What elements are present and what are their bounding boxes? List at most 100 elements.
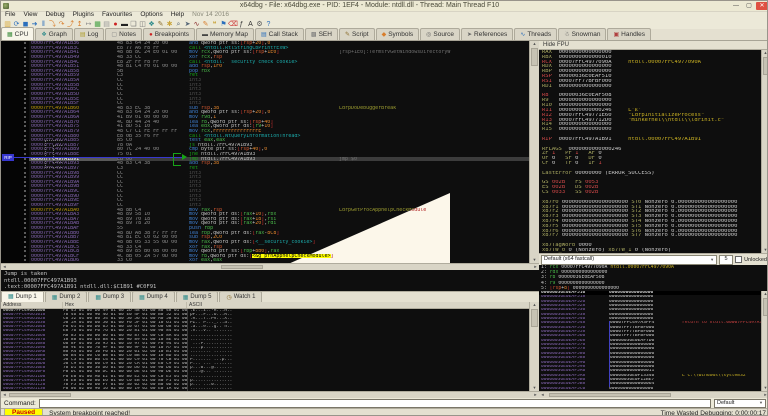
status-bar: Paused System breakpoint reached! Time W… — [1, 408, 768, 416]
tab-references[interactable]: ➤References — [461, 28, 513, 40]
tab-breakpoints[interactable]: ●Breakpoints — [143, 28, 195, 40]
tab-symbols[interactable]: ◆Symbols — [376, 28, 420, 40]
token: ntdll.00007FFC4977090A — [628, 60, 701, 65]
command-label: Command: — [4, 400, 36, 407]
dump-tab-label: Dump 2 — [59, 294, 80, 300]
dump-scrollbar[interactable]: ▲▼ — [529, 302, 539, 391]
view-tab-bar: ▦CPU❖Graph▤Log▢Notes●Breakpoints▬Memory … — [1, 29, 768, 41]
status-message: System breakpoint reached! — [49, 410, 130, 416]
dump-tab-dump-4[interactable]: ▦Dump 4 — [132, 291, 175, 302]
memory-map-icon: ▬ — [202, 32, 208, 38]
graph-icon: ❖ — [41, 31, 46, 38]
dump-tab-label: Dump 3 — [103, 294, 124, 300]
menu-plugins[interactable]: Plugins — [69, 11, 98, 19]
token: RDI — [542, 84, 559, 89]
tab-label: Log — [88, 31, 99, 38]
dump-tab-icon: ▦ — [8, 293, 14, 300]
minimize-button[interactable]: — — [730, 2, 742, 10]
notes-icon: ▢ — [111, 31, 117, 38]
tab-notes[interactable]: ▢Notes — [105, 28, 142, 40]
dump-tab-icon: ▦ — [183, 294, 189, 301]
registers-header[interactable]: Hide FPU — [539, 41, 768, 50]
tab-threads[interactable]: ∿Threads — [514, 28, 557, 40]
tab-label: Handles — [621, 31, 645, 38]
token: RIP — [542, 137, 559, 142]
chevron-down-icon: ▼ — [759, 400, 763, 407]
menu-view[interactable]: View — [19, 11, 41, 19]
maximize-button[interactable]: ▢ — [743, 2, 755, 10]
source-icon: ◎ — [426, 31, 431, 38]
dump-hscrollbar[interactable]: ◄► — [1, 391, 539, 398]
tab-label: SEH — [319, 31, 332, 38]
menu-favourites[interactable]: Favourites — [98, 11, 136, 19]
command-input[interactable] — [39, 399, 711, 408]
tab-call-stack[interactable]: ▤Call Stack — [255, 28, 304, 40]
stack-scrollbar[interactable]: ▲▼ — [761, 291, 768, 391]
workspace: 00007FFC497A1B3648 83 64 24 20 00and qwo… — [1, 41, 768, 398]
tab-label: Script — [352, 31, 369, 38]
x64dbg-window: x64dbg - File: x64dbg.exe - PID: 1EF4 - … — [0, 0, 768, 416]
tab-label: References — [474, 31, 507, 38]
tab-handles[interactable]: ▣Handles — [607, 28, 651, 40]
snowman-icon: ☃ — [564, 31, 569, 38]
dump-tab-label: Dump 1 — [16, 294, 37, 300]
close-button[interactable]: ✕ — [756, 2, 768, 10]
script-icon: ✎ — [345, 31, 350, 38]
menu-help[interactable]: Help — [167, 11, 188, 19]
tab-label: Symbols — [388, 31, 413, 38]
status-badge: Paused — [4, 408, 43, 416]
rip-arrow-icon — [182, 154, 187, 160]
tab-label: Call Stack — [269, 31, 298, 38]
tab-memory-map[interactable]: ▬Memory Map — [196, 28, 254, 40]
tab-snowman[interactable]: ☃Snowman — [558, 28, 606, 40]
dump-tab-dump-2[interactable]: ▦Dump 2 — [45, 291, 88, 302]
rip-line — [14, 157, 182, 158]
tab-seh[interactable]: ▩SEH — [305, 28, 338, 40]
threads-icon: ∿ — [520, 31, 525, 38]
rip-badge: RIP — [2, 154, 14, 161]
tab-label: Graph — [49, 31, 67, 38]
build-date: Nov 14 2016 — [188, 11, 233, 19]
tab-graph[interactable]: ❖Graph — [35, 28, 72, 40]
dump-header-address: Address — [1, 302, 63, 308]
jump-arrow-outline — [53, 145, 62, 163]
menu-debug[interactable]: Debug — [41, 11, 68, 19]
dump-tab-icon: ▦ — [95, 294, 101, 301]
tab-label: Threads — [527, 31, 551, 38]
menu-options[interactable]: Options — [136, 11, 166, 19]
token: R15 — [542, 127, 559, 132]
tab-label: Memory Map — [210, 31, 248, 38]
references-icon: ➤ — [467, 31, 472, 38]
tab-cpu[interactable]: ▦CPU — [1, 27, 34, 40]
menu-bar: FileViewDebugPluginsFavouritesOptionsHel… — [1, 11, 768, 19]
call-stack-icon: ▤ — [261, 31, 267, 38]
command-bar: Command: Default ▼ — [1, 398, 768, 408]
tab-label: Snowman — [572, 31, 601, 38]
window-controls: —▢✕ — [730, 2, 768, 10]
window-title: x64dbg - File: x64dbg.exe - PID: 1EF4 - … — [9, 1, 730, 11]
cpu-icon: ▦ — [7, 31, 13, 38]
token: 0000000000000000 — [559, 84, 612, 89]
jump-arrow-taken — [173, 153, 181, 166]
dump-tab-dump-1[interactable]: ▦Dump 1 — [1, 291, 44, 302]
registers-scrollbar[interactable]: ▲▼ — [761, 50, 768, 253]
symbols-icon: ◆ — [382, 31, 387, 38]
tab-log[interactable]: ▤Log — [74, 28, 105, 40]
tab-label: Breakpoints — [155, 31, 189, 38]
command-script-value: Default — [717, 400, 734, 407]
tab-source[interactable]: ◎Source — [420, 28, 460, 40]
tab-label: Notes — [119, 31, 136, 38]
stack-hscrollbar[interactable]: ◄► — [539, 391, 768, 398]
token — [612, 60, 629, 65]
tab-label: Source — [433, 31, 454, 38]
dump-tab-dump-3[interactable]: ▦Dump 3 — [88, 291, 131, 302]
seh-icon: ▩ — [311, 31, 317, 38]
dump-header-hex: Hex — [63, 302, 187, 308]
log-icon: ▤ — [80, 31, 86, 38]
tab-script[interactable]: ✎Script — [339, 28, 375, 40]
time-wasted-counter: Time Wasted Debugging: 0:00:00:17 — [661, 410, 766, 416]
menu-file[interactable]: File — [1, 11, 19, 19]
tab-label: CPU — [15, 31, 29, 38]
command-script-combo[interactable]: Default ▼ — [714, 399, 766, 408]
dump-tab-icon: ▦ — [52, 294, 58, 301]
